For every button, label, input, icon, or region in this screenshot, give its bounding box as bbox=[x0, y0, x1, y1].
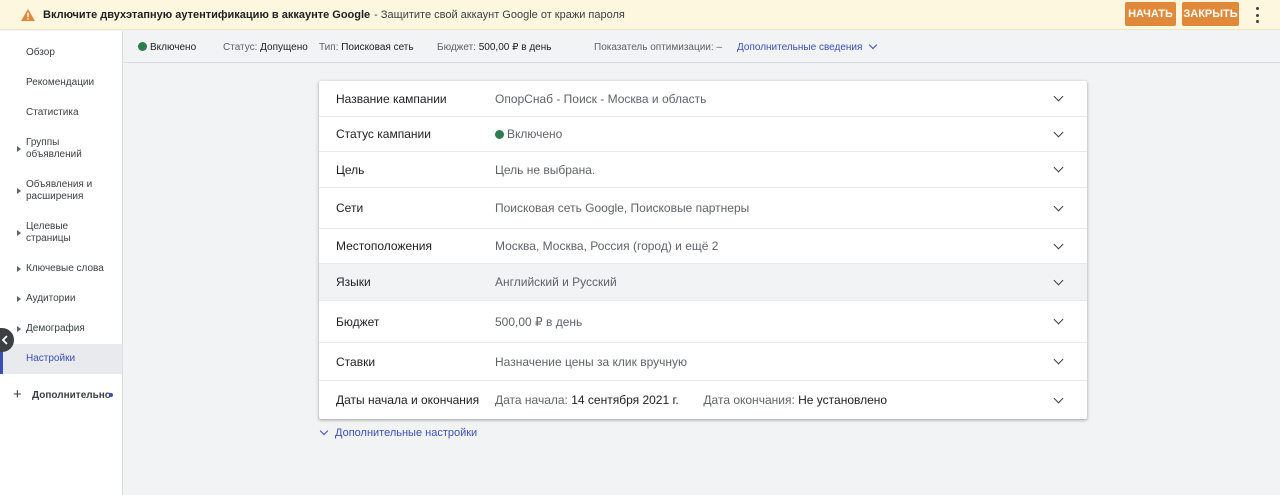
notification-message: - Защитите свой аккаунт Google от кражи … bbox=[374, 8, 625, 21]
sidebar-more-label: Дополнительно bbox=[32, 390, 111, 401]
sidebar-item-label: Обзор bbox=[26, 47, 55, 58]
setting-value: ОпорСнаб - Поиск - Москва и область bbox=[495, 91, 707, 106]
sidebar-item-recommendations[interactable]: Рекомендации bbox=[0, 75, 122, 91]
setting-label: Языки bbox=[336, 275, 371, 289]
end-date-key: Дата окончания: bbox=[703, 393, 795, 407]
status-dot-icon bbox=[495, 130, 504, 139]
campaign-budget: Бюджет: 500,00 ₽ в день bbox=[437, 42, 552, 53]
setting-value: Назначение цены за клик вручную bbox=[495, 354, 687, 369]
advanced-settings-link[interactable]: Дополнительные настройки bbox=[319, 426, 478, 439]
chevron-down-icon[interactable] bbox=[1053, 354, 1064, 365]
setting-value: Поисковая сеть Google, Поисковые партнер… bbox=[495, 201, 750, 215]
chevron-down-icon[interactable] bbox=[1053, 314, 1064, 325]
setting-label: Статус кампании bbox=[336, 127, 431, 141]
setting-row-goal[interactable]: Цель Цель не выбрана. bbox=[319, 152, 1087, 188]
setting-value: Включено bbox=[495, 127, 562, 141]
start-date-value: 14 сентября 2021 г. bbox=[571, 393, 679, 407]
setting-row-campaign-status[interactable]: Статус кампании Включено bbox=[319, 117, 1087, 152]
setting-value: Москва, Москва, Россия (город) и ещё 2 bbox=[495, 239, 719, 253]
setting-label: Даты начала и окончания bbox=[336, 393, 480, 407]
sidebar-item-label: Объявления и расширения bbox=[26, 179, 93, 202]
chevron-left-icon bbox=[1, 335, 8, 345]
sidebar-item-ads-extensions[interactable]: Объявления и расширения bbox=[0, 177, 122, 205]
sidebar-item-label: Целевые страницы bbox=[26, 221, 71, 244]
chevron-down-icon bbox=[319, 426, 329, 436]
expand-caret-icon bbox=[17, 230, 21, 236]
setting-label: Ставки bbox=[336, 354, 376, 369]
expand-caret-icon bbox=[17, 326, 21, 332]
approval-status: Статус: Допущено bbox=[223, 42, 308, 53]
more-details-link[interactable]: Дополнительные сведения bbox=[737, 40, 878, 53]
setting-label: Сети bbox=[336, 201, 364, 215]
sidebar-item-audiences[interactable]: Аудитории bbox=[0, 291, 122, 307]
expand-caret-icon bbox=[17, 188, 21, 194]
setting-row-dates[interactable]: Даты начала и окончания Дата начала: 14 … bbox=[319, 381, 1087, 419]
setting-row-locations[interactable]: Местоположения Москва, Москва, Россия (г… bbox=[319, 229, 1087, 264]
start-button[interactable]: НАЧАТЬ bbox=[1125, 2, 1176, 26]
sidebar-item-keywords[interactable]: Ключевые слова bbox=[0, 261, 122, 277]
chevron-down-icon[interactable] bbox=[1053, 162, 1064, 173]
sidebar-item-label: Статистика bbox=[26, 107, 79, 118]
campaign-settings-card: Название кампании ОпорСнаб - Поиск - Мос… bbox=[319, 81, 1087, 419]
notification-dot bbox=[109, 393, 113, 397]
close-button[interactable]: ЗАКРЫТЬ bbox=[1182, 2, 1239, 26]
sidebar-more[interactable]: + Дополнительно bbox=[0, 386, 122, 403]
setting-label: Бюджет bbox=[336, 314, 380, 329]
chevron-down-icon[interactable] bbox=[1053, 393, 1064, 403]
setting-label: Название кампании bbox=[336, 91, 447, 106]
sidebar-item-demographics[interactable]: Демография bbox=[0, 321, 122, 337]
sidebar: Обзор Рекомендации Статистика Группы объ… bbox=[0, 31, 123, 495]
start-date-key: Дата начала: bbox=[495, 393, 568, 407]
setting-row-networks[interactable]: Сети Поисковая сеть Google, Поисковые па… bbox=[319, 188, 1087, 229]
setting-row-bidding[interactable]: Ставки Назначение цены за клик вручную bbox=[319, 343, 1087, 381]
sidebar-item-label: Группы объявлений bbox=[26, 137, 82, 160]
expand-caret-icon bbox=[17, 146, 21, 152]
chevron-down-icon[interactable] bbox=[1053, 127, 1064, 137]
chevron-down-icon[interactable] bbox=[1053, 275, 1064, 285]
chevron-down-icon bbox=[869, 40, 878, 50]
more-options-icon[interactable] bbox=[1251, 7, 1263, 23]
campaign-status-bar: Включено Статус: Допущено Тип: Поисковая… bbox=[124, 31, 1280, 63]
setting-value: Английский и Русский bbox=[495, 275, 617, 289]
optimization-score: Показатель оптимизации: – bbox=[594, 42, 723, 53]
sidebar-item-statistics[interactable]: Статистика bbox=[0, 105, 122, 121]
advanced-settings-label: Дополнительные настройки bbox=[335, 427, 478, 439]
setting-row-campaign-name[interactable]: Название кампании ОпорСнаб - Поиск - Мос… bbox=[319, 81, 1087, 117]
sidebar-item-label: Рекомендации bbox=[26, 77, 95, 88]
notification-title: Включите двухэтапную аутентификацию в ак… bbox=[43, 8, 371, 21]
warning-icon bbox=[21, 8, 35, 21]
setting-row-languages[interactable]: Языки Английский и Русский bbox=[319, 264, 1087, 301]
setting-value: Дата начала: 14 сентября 2021 г. Дата ок… bbox=[495, 393, 887, 407]
sidebar-item-overview[interactable]: Обзор bbox=[0, 45, 122, 61]
chevron-down-icon[interactable] bbox=[1053, 201, 1064, 211]
sidebar-item-label: Ключевые слова bbox=[26, 263, 104, 274]
campaign-type: Тип: Поисковая сеть bbox=[319, 42, 414, 53]
sidebar-item-label: Демография bbox=[26, 323, 85, 334]
chevron-down-icon[interactable] bbox=[1053, 91, 1064, 102]
setting-value: Цель не выбрана. bbox=[495, 162, 596, 177]
expand-caret-icon bbox=[17, 266, 21, 272]
sidebar-item-label: Аудитории bbox=[26, 293, 76, 304]
plus-icon: + bbox=[13, 386, 22, 403]
expand-caret-icon bbox=[17, 296, 21, 302]
sidebar-item-label: Настройки bbox=[26, 353, 76, 364]
enabled-status[interactable]: Включено bbox=[138, 42, 196, 53]
setting-row-budget[interactable]: Бюджет 500,00 ₽ в день bbox=[319, 301, 1087, 343]
sidebar-item-ad-groups[interactable]: Группы объявлений bbox=[0, 135, 122, 163]
sidebar-item-landing-pages[interactable]: Целевые страницы bbox=[0, 219, 122, 247]
end-date-value: Не установлено bbox=[798, 393, 888, 407]
notification-bar: Включите двухэтапную аутентификацию в ак… bbox=[0, 0, 1280, 30]
setting-value: 500,00 ₽ в день bbox=[495, 314, 583, 329]
setting-label: Цель bbox=[336, 162, 365, 177]
setting-label: Местоположения bbox=[336, 239, 432, 253]
status-dot-icon bbox=[138, 42, 147, 51]
sidebar-item-settings[interactable]: Настройки bbox=[0, 344, 122, 374]
chevron-down-icon[interactable] bbox=[1053, 239, 1064, 249]
